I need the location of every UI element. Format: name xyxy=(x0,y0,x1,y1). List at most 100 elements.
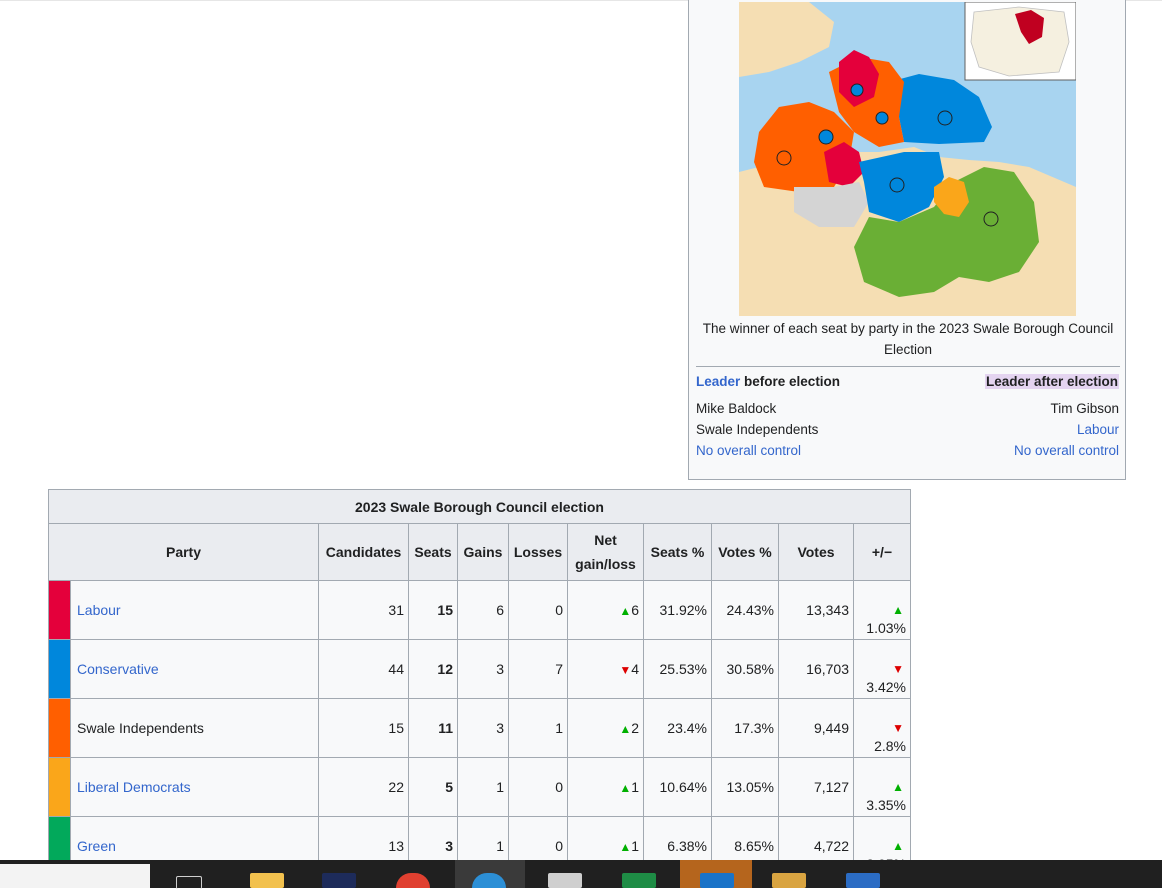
leader-before-party: Swale Independents xyxy=(696,422,819,437)
losses-cell: 0 xyxy=(508,757,568,817)
decrease-arrow-icon: ▼ xyxy=(892,662,904,676)
net-value: 6 xyxy=(631,602,639,618)
votes-cell: 9,449 xyxy=(778,698,854,758)
table-row: Swale Independents 15 11 3 1 ▲2 23.4% 17.3% 9,44… xyxy=(48,698,911,758)
store-icon[interactable] xyxy=(322,873,356,888)
candidates-cell: 44 xyxy=(318,639,409,699)
party-name[interactable]: Liberal Democrats xyxy=(77,779,191,795)
leader-after-name: Tim Gibson xyxy=(1050,401,1119,416)
increase-arrow-icon: ▲ xyxy=(619,781,632,795)
party-cell: Liberal Democrats xyxy=(70,757,319,817)
net-cell: ▼4 xyxy=(567,639,644,699)
taskbar-search-box[interactable] xyxy=(0,864,150,888)
votes-pct-cell: 24.43% xyxy=(711,580,779,640)
votes-pct-cell: 30.58% xyxy=(711,639,779,699)
change-value: 3.42% xyxy=(866,679,906,695)
header-change: +/− xyxy=(853,523,911,581)
windows-taskbar xyxy=(0,860,1162,889)
taskview-icon[interactable] xyxy=(176,876,202,889)
change-value: 2.8% xyxy=(874,738,906,754)
increase-arrow-icon: ▲ xyxy=(892,780,904,794)
net-cell: ▲2 xyxy=(567,698,644,758)
losses-cell: 7 xyxy=(508,639,568,699)
candidates-cell: 15 xyxy=(318,698,409,758)
candidates-cell: 22 xyxy=(318,757,409,817)
seats-pct-cell: 25.53% xyxy=(643,639,712,699)
decrease-arrow-icon: ▼ xyxy=(619,663,632,677)
net-value: 2 xyxy=(631,720,639,736)
votes-cell: 7,127 xyxy=(778,757,854,817)
increase-arrow-icon: ▲ xyxy=(619,722,632,736)
increase-arrow-icon: ▲ xyxy=(619,840,632,854)
party-color-swatch xyxy=(48,757,71,817)
before-control-link[interactable]: No overall control xyxy=(696,442,801,459)
leader-link[interactable]: Leader xyxy=(696,374,740,389)
header-gains: Gains xyxy=(457,523,509,581)
table-row: Liberal Democrats 22 5 1 0 ▲1 10.64% 13.05% 7,12… xyxy=(48,757,911,817)
decrease-arrow-icon: ▼ xyxy=(892,721,904,735)
seats-pct-cell: 10.64% xyxy=(643,757,712,817)
party-color-swatch xyxy=(48,698,71,758)
gains-cell: 3 xyxy=(457,639,509,699)
seats-cell: 5 xyxy=(408,757,458,817)
party-name[interactable]: Labour xyxy=(77,602,121,618)
losses-cell: 1 xyxy=(508,698,568,758)
change-value: 1.03% xyxy=(866,620,906,636)
election-infobox: The winner of each seat by party in the … xyxy=(688,0,1126,480)
votes-pct-cell: 17.3% xyxy=(711,698,779,758)
seats-cell: 11 xyxy=(408,698,458,758)
candidates-cell: 31 xyxy=(318,580,409,640)
change-cell: ▲ 3.35% xyxy=(853,757,911,817)
change-cell: ▲ 1.03% xyxy=(853,580,911,640)
table-row: Conservative 44 12 3 7 ▼4 25.53% 30.58% 16,703 ▼ 3… xyxy=(48,639,911,699)
excel-icon[interactable] xyxy=(622,873,656,888)
seats-pct-cell: 31.92% xyxy=(643,580,712,640)
party-cell: Conservative xyxy=(70,639,319,699)
seats-pct-cell: 23.4% xyxy=(643,698,712,758)
votes-pct-cell: 13.05% xyxy=(711,757,779,817)
net-cell: ▲6 xyxy=(567,580,644,640)
party-color-swatch xyxy=(48,580,71,640)
after-control-link[interactable]: No overall control xyxy=(1014,442,1119,459)
leader-after-heading: Leader after election xyxy=(984,373,1119,390)
losses-cell: 0 xyxy=(508,580,568,640)
net-value: 4 xyxy=(631,661,639,677)
party-color-swatch xyxy=(48,639,71,699)
net-cell: ▲1 xyxy=(567,757,644,817)
gains-cell: 1 xyxy=(457,757,509,817)
outlook-icon[interactable] xyxy=(700,873,734,888)
swale-election-map[interactable] xyxy=(739,2,1076,316)
leader-after-label: Leader after election xyxy=(984,374,1119,389)
change-value: 3.35% xyxy=(866,797,906,813)
file-explorer-icon[interactable] xyxy=(250,873,284,888)
word-icon[interactable] xyxy=(846,873,880,888)
header-party: Party xyxy=(48,523,319,581)
votes-cell: 16,703 xyxy=(778,639,854,699)
before-election-label: before election xyxy=(740,374,841,389)
party-cell: Swale Independents xyxy=(70,698,319,758)
header-votes-pct: Votes % xyxy=(711,523,779,581)
map-caption: The winner of each seat by party in the … xyxy=(702,321,1114,357)
increase-arrow-icon: ▲ xyxy=(892,603,904,617)
table-row: Labour 31 15 6 0 ▲6 31.92% 24.43% 13,343 ▲ 1.03% xyxy=(48,580,911,640)
leader-after-party-link[interactable]: Labour xyxy=(1077,421,1119,438)
party-cell: Labour xyxy=(70,580,319,640)
photos-icon[interactable] xyxy=(772,873,806,888)
net-value: 1 xyxy=(631,779,639,795)
header-votes: Votes xyxy=(778,523,854,581)
chrome-icon[interactable] xyxy=(396,873,430,888)
votes-cell: 13,343 xyxy=(778,580,854,640)
header-candidates: Candidates xyxy=(318,523,409,581)
gains-cell: 6 xyxy=(457,580,509,640)
table-caption: 2023 Swale Borough Council election xyxy=(48,489,911,524)
increase-arrow-icon: ▲ xyxy=(892,839,904,853)
header-seats-pct: Seats % xyxy=(643,523,712,581)
infobox-divider xyxy=(696,366,1120,367)
party-name[interactable]: Conservative xyxy=(77,661,159,677)
leader-before-heading: Leader before election xyxy=(696,373,840,390)
party-name[interactable]: Green xyxy=(77,838,116,854)
party-name: Swale Independents xyxy=(77,720,204,736)
increase-arrow-icon: ▲ xyxy=(619,604,632,618)
app-icon[interactable] xyxy=(548,873,582,888)
header-seats: Seats xyxy=(408,523,458,581)
